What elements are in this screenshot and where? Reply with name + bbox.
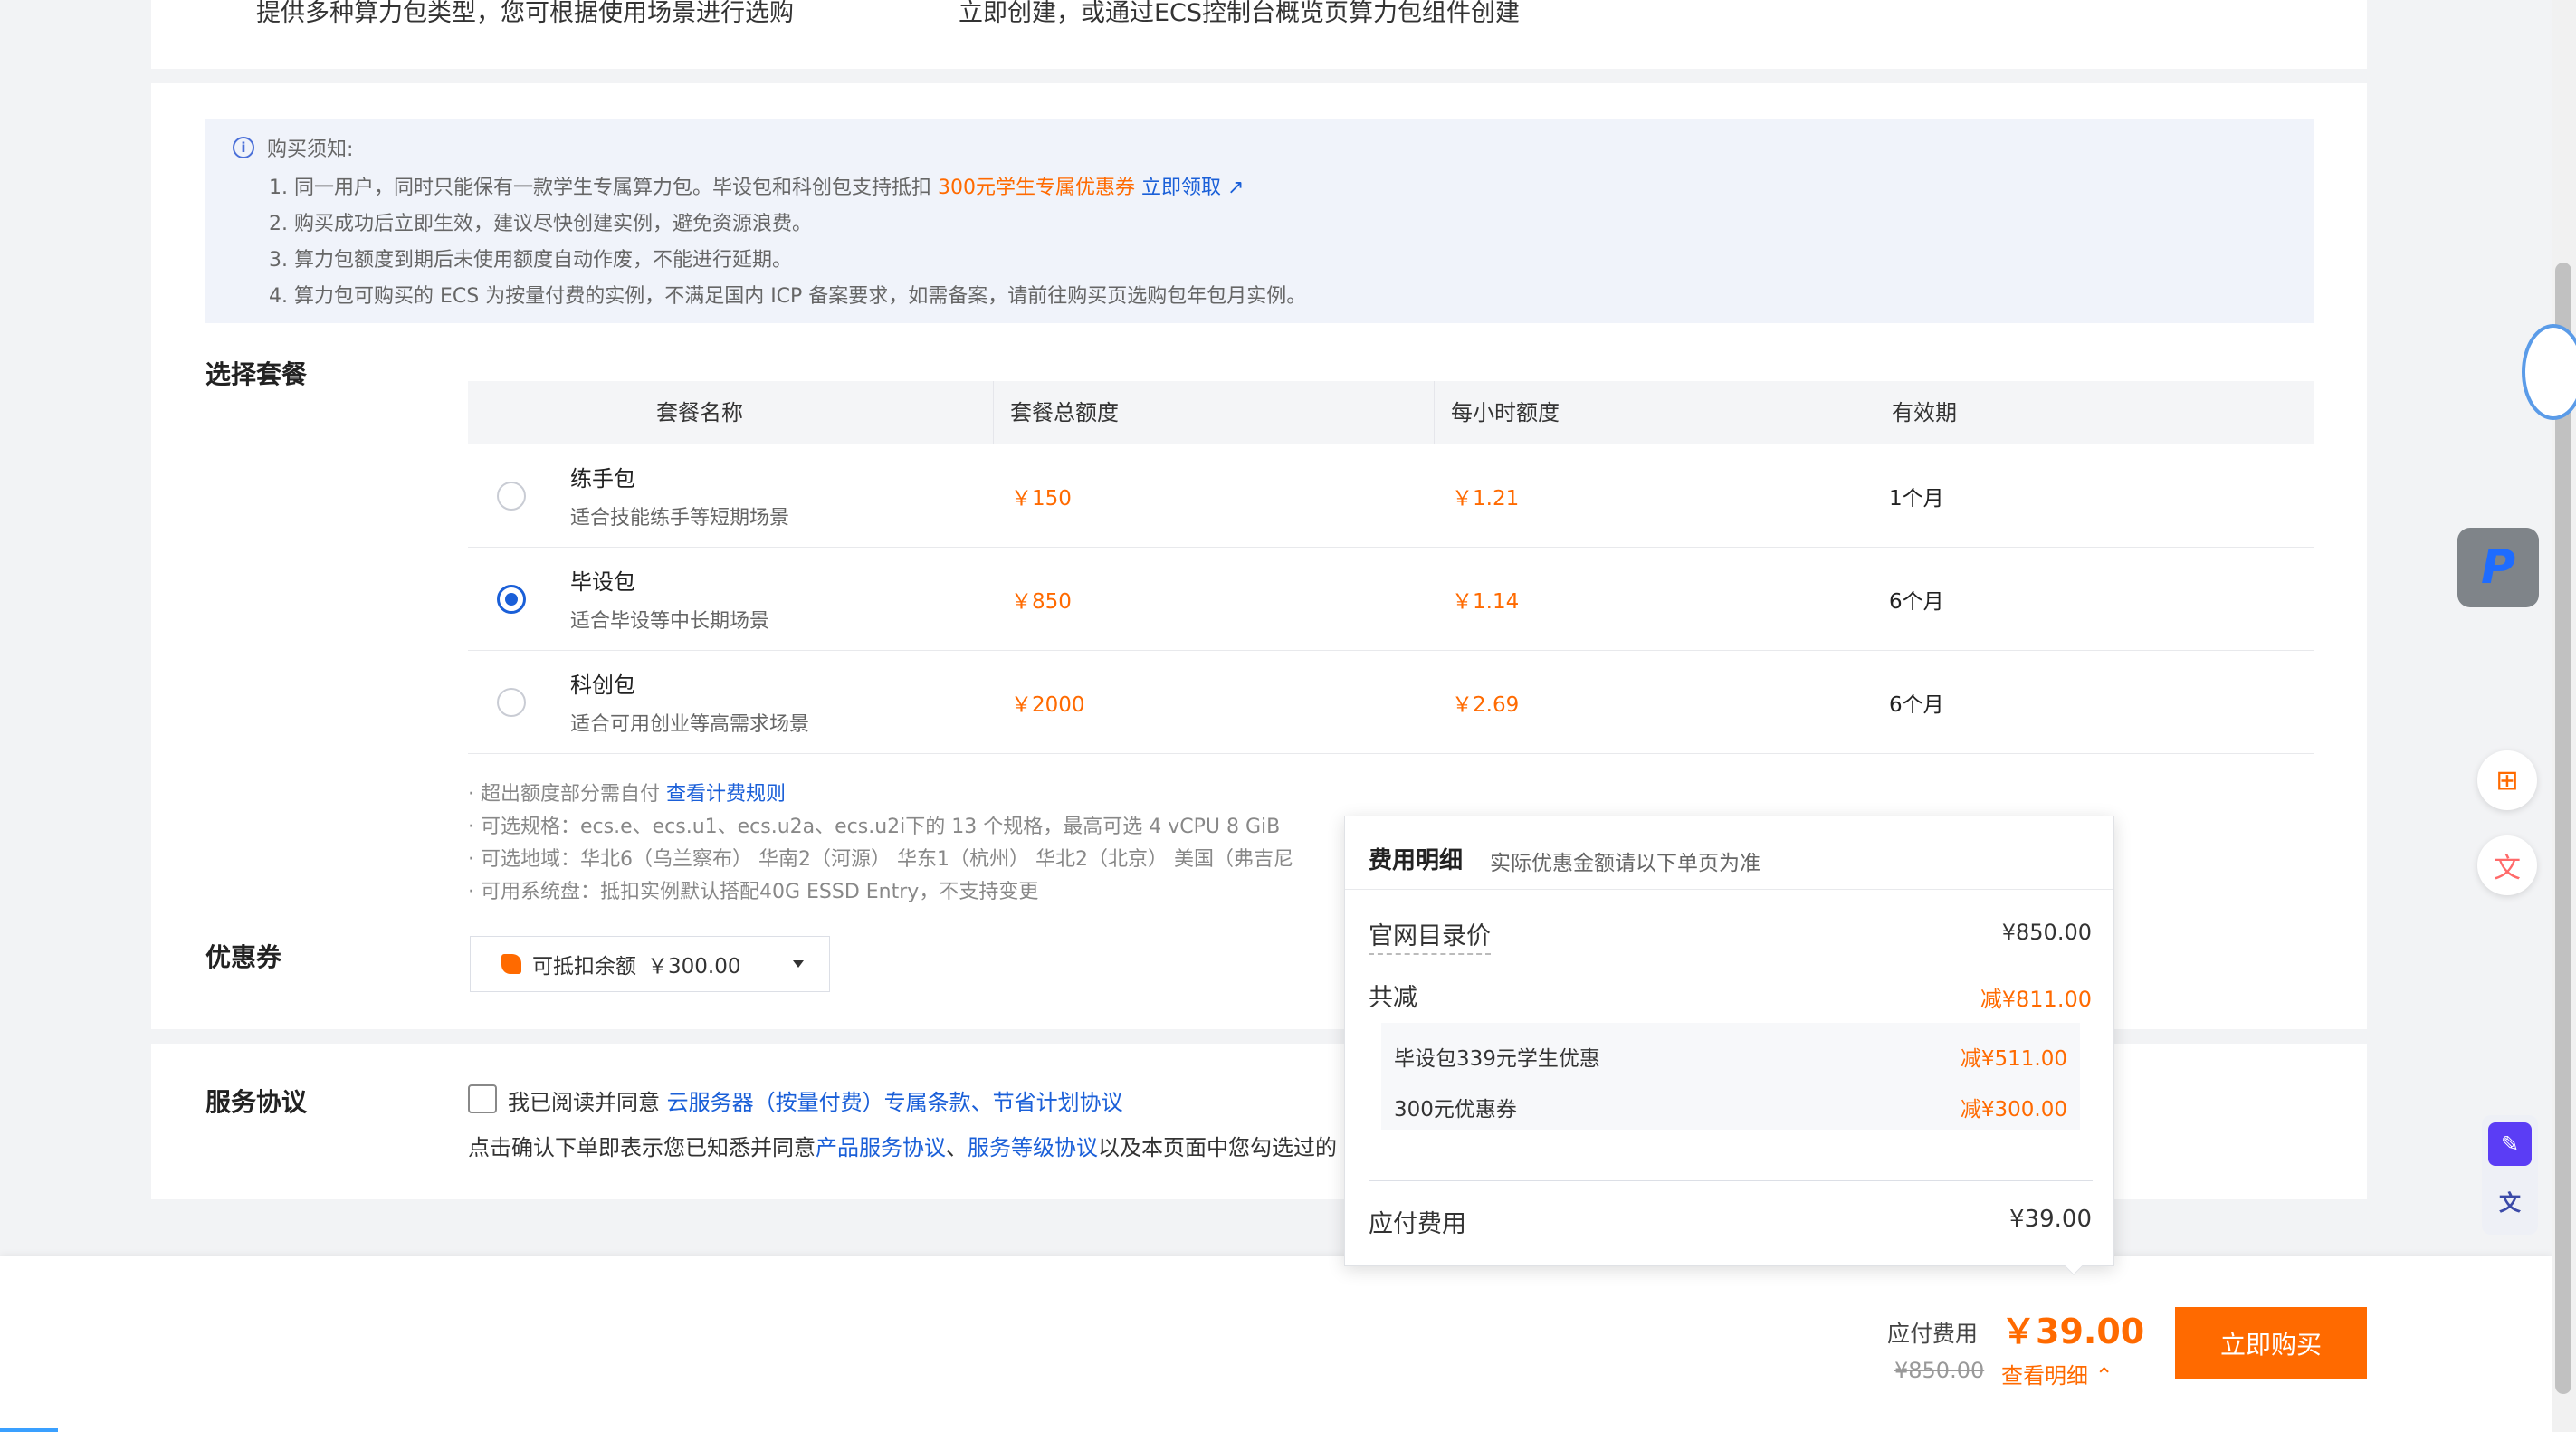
agree-text: 我已阅读并同意 云服务器（按量付费）专属条款、节省计划协议 — [508, 1084, 1123, 1116]
agree-checkbox[interactable] — [468, 1084, 497, 1113]
plan-total: ￥850 — [1011, 590, 1072, 614]
coupon-select[interactable]: 可抵扣余额 ￥300.00 — [470, 936, 830, 992]
header-period: 有效期 — [1875, 381, 2314, 444]
plan-radio-practice[interactable] — [497, 482, 526, 511]
coupon-discount-label: 300元优惠券 — [1394, 1098, 1517, 1122]
popover-payable-value: ¥39.00 — [2009, 1206, 2092, 1233]
chat-icon[interactable]: ✎ — [2488, 1122, 2532, 1166]
confirm-suffix: 以及本页面中您勾选过的 — [1098, 1135, 1337, 1160]
plan-table-header: 套餐名称 套餐总额度 每小时额度 有效期 — [468, 381, 2314, 444]
apps-grid-icon[interactable]: ⊞ — [2477, 750, 2537, 810]
scrollbar-thumb[interactable] — [2555, 263, 2571, 1394]
original-price: ¥850.00 — [1894, 1358, 1985, 1383]
plan-note-regions: · 可选地域：华北6（乌兰察布） 华南2（河源） 华东1（杭州） 华北2（北京）… — [468, 848, 1293, 871]
coupon-tag-icon — [501, 954, 521, 974]
translate-icon[interactable]: 文 — [2477, 835, 2537, 895]
chevron-up-icon: ⌃ — [2094, 1363, 2113, 1389]
plan-desc: 适合可用创业等高需求场景 — [570, 713, 810, 736]
cost-detail-popover: 费用明细 实际优惠金额请以下单页为准 官网目录价 ¥850.00 共减 减¥81… — [1344, 816, 2114, 1266]
service-section-title: 服务协议 — [205, 1087, 308, 1117]
plan-hourly: ￥1.14 — [1452, 590, 1520, 614]
plan-desc: 适合毕设等中长期场景 — [570, 610, 770, 633]
plan-total: ￥2000 — [1011, 693, 1085, 717]
plan-desc: 适合技能练手等短期场景 — [570, 507, 790, 530]
plan-hourly: ￥1.21 — [1452, 487, 1520, 511]
header-total: 套餐总额度 — [993, 381, 1434, 444]
plan-row-innovation[interactable]: 科创包 适合可用创业等高需求场景 ￥2000 ￥2.69 6个月 — [468, 651, 2314, 754]
student-discount-label: 毕设包339元学生优惠 — [1394, 1047, 1600, 1071]
agree-prefix: 我已阅读并同意 — [508, 1090, 660, 1115]
notice-line-1: 1. 同一用户，同时只能保有一款学生专属算力包。毕设包和科创包支持抵扣 300元… — [269, 171, 1244, 200]
claim-coupon-link[interactable]: 立即领取 — [1141, 177, 1221, 199]
intro-left-text: 提供多种算力包类型，您可根据使用场景进行选购 — [256, 0, 794, 27]
popover-title: 费用明细 — [1369, 847, 1464, 874]
plan-note-billing-text: · 超出额度部分需自付 — [468, 783, 660, 806]
notice-line-1-text: 1. 同一用户，同时只能保有一款学生专属算力包。毕设包和科创包支持抵扣 — [269, 177, 931, 199]
plan-name: 科创包 — [570, 673, 635, 698]
plan-period: 1个月 — [1889, 487, 1944, 511]
header-name: 套餐名称 — [656, 400, 743, 425]
product-service-agreement-link[interactable]: 产品服务协议 — [816, 1135, 946, 1160]
header-hourly: 每小时额度 — [1434, 381, 1875, 444]
plan-hourly: ￥2.69 — [1452, 693, 1520, 717]
plan-row-graduation[interactable]: 毕设包 适合毕设等中长期场景 ￥850 ￥1.14 6个月 — [468, 548, 2314, 651]
assistant-edge-icon[interactable] — [2522, 324, 2576, 420]
plan-radio-innovation[interactable] — [497, 688, 526, 717]
confirm-separator: 、 — [946, 1135, 968, 1160]
p-extension-icon[interactable]: P — [2457, 528, 2539, 607]
notice-line-2: 2. 购买成功后立即生效，建议尽快创建实例，避免资源浪费。 — [269, 213, 812, 235]
plan-section-title: 选择套餐 — [205, 359, 308, 389]
popover-total-divider — [1369, 1180, 2093, 1181]
plan-period: 6个月 — [1889, 693, 1944, 717]
header-radio-col — [468, 381, 555, 444]
intro-right-text: 立即创建，或通过ECS控制台概览页算力包组件创建 — [959, 0, 1521, 27]
checkout-bar — [0, 1256, 2552, 1432]
plan-radio-graduation[interactable] — [497, 585, 526, 614]
payable-amount: ￥39.00 — [2001, 1312, 2145, 1351]
side-toolbar: ✎ 文 — [2482, 1115, 2538, 1235]
confirm-prefix: 点击确认下单即表示您已知悉并同意 — [468, 1135, 816, 1160]
billing-rules-link[interactable]: 查看计费规则 — [666, 783, 786, 806]
view-detail-label: 查看明细 — [2001, 1363, 2088, 1389]
plan-name: 练手包 — [570, 466, 635, 492]
confirm-text: 点击确认下单即表示您已知悉并同意产品服务协议、服务等级协议以及本页面中您勾选过的 — [468, 1130, 1337, 1161]
progress-indicator — [0, 1428, 58, 1432]
discount-label: 共减 — [1369, 984, 1417, 1012]
plan-note-specs: · 可选规格：ecs.e、ecs.u1、ecs.u2a、ecs.u2i下的 13… — [468, 816, 1281, 838]
payable-label: 应付费用 — [1887, 1321, 1979, 1347]
notice-title: 购买须知: — [267, 138, 354, 161]
plan-note-disk: · 可用系统盘：抵扣实例默认搭配40G ESSD Entry，不支持变更 — [468, 881, 1039, 903]
sla-link[interactable]: 服务等级协议 — [968, 1135, 1098, 1160]
notice-line-4: 4. 算力包可购买的 ECS 为按量付费的实例，不满足国内 ICP 备案要求，如… — [269, 285, 1307, 308]
list-price-label[interactable]: 官网目录价 — [1369, 916, 1491, 955]
popover-payable-label: 应付费用 — [1369, 1210, 1466, 1238]
translate-ai-icon[interactable]: 文 — [2488, 1179, 2532, 1222]
coupon-section-title: 优惠券 — [205, 942, 282, 972]
plan-total: ￥150 — [1011, 487, 1072, 511]
terms-link[interactable]: 云服务器（按量付费）专属条款、节省计划协议 — [667, 1090, 1123, 1115]
coupon-discount-value: 减¥300.00 — [1960, 1098, 2067, 1122]
discount-value: 减¥811.00 — [1980, 987, 2092, 1012]
coupon-select-value: ￥300.00 — [647, 955, 741, 979]
popover-divider — [1345, 889, 2113, 890]
student-discount-value: 减¥511.00 — [1960, 1047, 2067, 1071]
notice-header: i 购买须知: — [233, 133, 353, 162]
view-detail-link[interactable]: 查看明细 ⌃ — [2001, 1358, 2113, 1389]
plan-note-billing: · 超出额度部分需自付 查看计费规则 — [468, 778, 786, 807]
external-link-icon[interactable]: ↗ — [1221, 177, 1244, 199]
buy-now-button[interactable]: 立即购买 — [2175, 1307, 2367, 1379]
list-price-value: ¥850.00 — [2001, 920, 2092, 945]
plan-period: 6个月 — [1889, 590, 1944, 614]
discount-breakdown: 毕设包339元学生优惠 减¥511.00 300元优惠券 减¥300.00 — [1381, 1023, 2080, 1130]
chevron-down-icon — [793, 960, 804, 968]
coupon-select-label: 可抵扣余额 — [532, 955, 636, 979]
info-icon: i — [233, 137, 254, 158]
coupon-highlight: 300元学生专属优惠券 — [938, 177, 1135, 199]
plan-row-practice[interactable]: 练手包 适合技能练手等短期场景 ￥150 ￥1.21 1个月 — [468, 444, 2314, 548]
notice-line-3: 3. 算力包额度到期后未使用额度自动作废，不能进行延期。 — [269, 249, 792, 272]
popover-subtitle: 实际优惠金额请以下单页为准 — [1490, 852, 1760, 875]
plan-name: 毕设包 — [570, 569, 635, 595]
